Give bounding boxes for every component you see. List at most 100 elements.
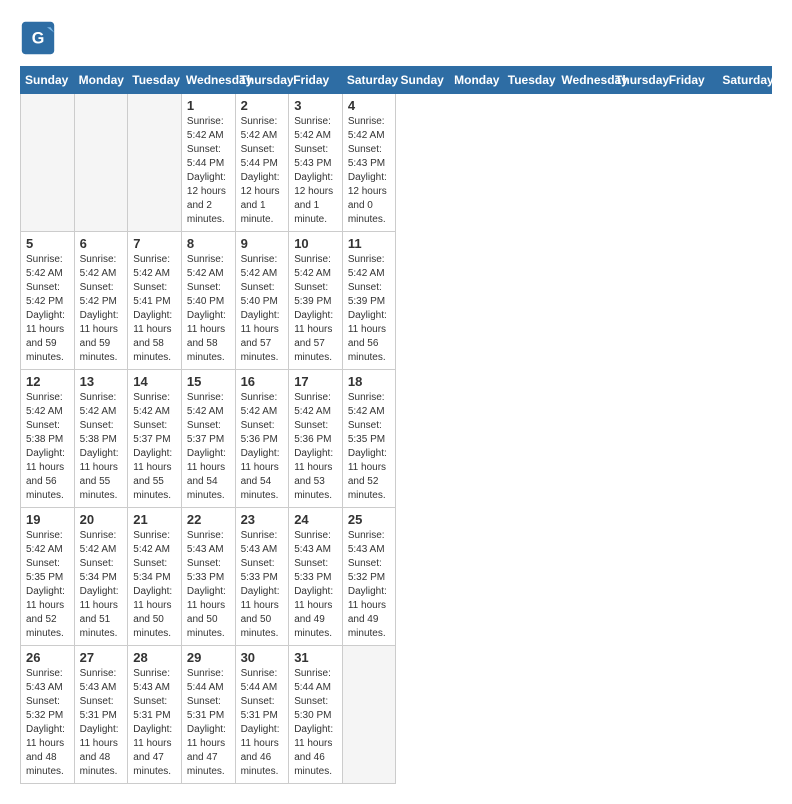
calendar-cell: 11 Sunrise: 5:42 AM Sunset: 5:39 PM Dayli…: [342, 232, 396, 370]
calendar-cell: 23Sunrise: 5:43 AM Sunset: 5:33 PM Dayli…: [235, 508, 289, 646]
day-number: 21: [133, 512, 176, 527]
weekday-header: Thursday: [611, 67, 665, 94]
calendar-cell: 29Sunrise: 5:44 AM Sunset: 5:31 PM Dayli…: [181, 646, 235, 784]
day-info: Sunrise: 5:42 AM Sunset: 5:38 PM Dayligh…: [80, 391, 123, 503]
calendar-cell: 3 Sunrise: 5:42 AM Sunset: 5:43 PM Daylig…: [289, 94, 343, 232]
day-info: Sunrise: 5:42 AM Sunset: 5:40 PM Dayligh…: [241, 253, 284, 365]
calendar-cell: 31 Sunrise: 5:44 AM Sunset: 5:30 PM Dayli…: [289, 646, 343, 784]
day-info: Sunrise: 5:42 AM Sunset: 5:42 PM Dayligh…: [26, 253, 69, 365]
day-number: 6: [80, 236, 123, 251]
weekday-header-saturday: Saturday: [342, 67, 396, 94]
calendar-cell: 24 Sunrise: 5:43 AM Sunset: 5:33 PM Dayli…: [289, 508, 343, 646]
calendar-week-4: 19 Sunrise: 5:42 AM Sunset: 5:35 PM Dayli…: [21, 508, 772, 646]
weekday-header-monday: Monday: [74, 67, 128, 94]
day-info: Sunrise: 5:43 AM Sunset: 5:31 PM Dayligh…: [133, 667, 176, 779]
weekday-header: Tuesday: [503, 67, 557, 94]
day-number: 22: [187, 512, 230, 527]
day-number: 19: [26, 512, 69, 527]
calendar-cell: 14 Sunrise: 5:42 AM Sunset: 5:37 PM Dayli…: [128, 370, 182, 508]
day-number: 7: [133, 236, 176, 251]
svg-text:G: G: [32, 29, 45, 47]
weekday-header-sunday: Sunday: [21, 67, 75, 94]
calendar-cell: 20 Sunrise: 5:42 AM Sunset: 5:34 PM Dayli…: [74, 508, 128, 646]
day-number: 20: [80, 512, 123, 527]
calendar-table: SundayMondayTuesdayWednesdayThursdayFrid…: [20, 66, 772, 784]
day-info: Sunrise: 5:43 AM Sunset: 5:33 PM Dayligh…: [294, 529, 337, 641]
weekday-header: Wednesday: [557, 67, 611, 94]
day-number: 28: [133, 650, 176, 665]
day-info: Sunrise: 5:42 AM Sunset: 5:43 PM Dayligh…: [294, 115, 337, 227]
day-number: 16: [241, 374, 284, 389]
page-header: G: [20, 20, 772, 56]
calendar-cell: 30 Sunrise: 5:44 AM Sunset: 5:31 PM Dayli…: [235, 646, 289, 784]
weekday-header: Friday: [664, 67, 718, 94]
calendar-cell: 4 Sunrise: 5:42 AM Sunset: 5:43 PM Daylig…: [342, 94, 396, 232]
day-info: Sunrise: 5:43 AM Sunset: 5:33 PM Dayligh…: [187, 529, 230, 641]
day-number: 11: [348, 236, 391, 251]
calendar-cell: 13Sunrise: 5:42 AM Sunset: 5:38 PM Dayli…: [74, 370, 128, 508]
day-info: Sunrise: 5:44 AM Sunset: 5:30 PM Dayligh…: [294, 667, 337, 779]
day-number: 29: [187, 650, 230, 665]
calendar-cell: 8Sunrise: 5:42 AM Sunset: 5:40 PM Daylig…: [181, 232, 235, 370]
calendar-cell: 1 Sunrise: 5:42 AM Sunset: 5:44 PM Daylig…: [181, 94, 235, 232]
day-number: 5: [26, 236, 69, 251]
day-number: 1: [187, 98, 230, 113]
day-info: Sunrise: 5:42 AM Sunset: 5:34 PM Dayligh…: [80, 529, 123, 641]
day-info: Sunrise: 5:42 AM Sunset: 5:40 PM Dayligh…: [187, 253, 230, 365]
weekday-header-wednesday: Wednesday: [181, 67, 235, 94]
calendar-cell: 2Sunrise: 5:42 AM Sunset: 5:44 PM Daylig…: [235, 94, 289, 232]
day-info: Sunrise: 5:42 AM Sunset: 5:35 PM Dayligh…: [26, 529, 69, 641]
day-info: Sunrise: 5:42 AM Sunset: 5:39 PM Dayligh…: [348, 253, 391, 365]
day-number: 24: [294, 512, 337, 527]
calendar-cell: 16 Sunrise: 5:42 AM Sunset: 5:36 PM Dayli…: [235, 370, 289, 508]
weekday-header-thursday: Thursday: [235, 67, 289, 94]
day-number: 31: [294, 650, 337, 665]
day-number: 25: [348, 512, 391, 527]
day-number: 12: [26, 374, 69, 389]
day-info: Sunrise: 5:42 AM Sunset: 5:41 PM Dayligh…: [133, 253, 176, 365]
day-info: Sunrise: 5:43 AM Sunset: 5:31 PM Dayligh…: [80, 667, 123, 779]
calendar-cell: 15Sunrise: 5:42 AM Sunset: 5:37 PM Dayli…: [181, 370, 235, 508]
day-info: Sunrise: 5:42 AM Sunset: 5:44 PM Dayligh…: [187, 115, 230, 227]
day-info: Sunrise: 5:43 AM Sunset: 5:33 PM Dayligh…: [241, 529, 284, 641]
calendar-cell: 12 Sunrise: 5:42 AM Sunset: 5:38 PM Dayli…: [21, 370, 75, 508]
calendar-week-2: 5 Sunrise: 5:42 AM Sunset: 5:42 PM Daylig…: [21, 232, 772, 370]
calendar-cell: 18Sunrise: 5:42 AM Sunset: 5:35 PM Dayli…: [342, 370, 396, 508]
calendar-cell: 25Sunrise: 5:43 AM Sunset: 5:32 PM Dayli…: [342, 508, 396, 646]
calendar-cell: 21 Sunrise: 5:42 AM Sunset: 5:34 PM Dayli…: [128, 508, 182, 646]
day-number: 30: [241, 650, 284, 665]
calendar-cell: [21, 94, 75, 232]
weekday-header-friday: Friday: [289, 67, 343, 94]
day-info: Sunrise: 5:42 AM Sunset: 5:42 PM Dayligh…: [80, 253, 123, 365]
logo: G: [20, 20, 60, 56]
calendar-cell: 22 Sunrise: 5:43 AM Sunset: 5:33 PM Dayli…: [181, 508, 235, 646]
day-number: 4: [348, 98, 391, 113]
day-info: Sunrise: 5:44 AM Sunset: 5:31 PM Dayligh…: [241, 667, 284, 779]
calendar-week-1: 1 Sunrise: 5:42 AM Sunset: 5:44 PM Daylig…: [21, 94, 772, 232]
weekday-header-tuesday: Tuesday: [128, 67, 182, 94]
day-number: 26: [26, 650, 69, 665]
calendar-cell: 9 Sunrise: 5:42 AM Sunset: 5:40 PM Daylig…: [235, 232, 289, 370]
day-info: Sunrise: 5:42 AM Sunset: 5:36 PM Dayligh…: [241, 391, 284, 503]
calendar-week-3: 12 Sunrise: 5:42 AM Sunset: 5:38 PM Dayli…: [21, 370, 772, 508]
weekday-header: Saturday: [718, 67, 772, 94]
day-info: Sunrise: 5:42 AM Sunset: 5:38 PM Dayligh…: [26, 391, 69, 503]
day-info: Sunrise: 5:42 AM Sunset: 5:39 PM Dayligh…: [294, 253, 337, 365]
day-info: Sunrise: 5:42 AM Sunset: 5:43 PM Dayligh…: [348, 115, 391, 227]
calendar-week-5: 26Sunrise: 5:43 AM Sunset: 5:32 PM Dayli…: [21, 646, 772, 784]
weekday-header: Sunday: [396, 67, 450, 94]
calendar-cell: [128, 94, 182, 232]
day-number: 3: [294, 98, 337, 113]
day-info: Sunrise: 5:42 AM Sunset: 5:35 PM Dayligh…: [348, 391, 391, 503]
calendar-cell: [342, 646, 396, 784]
day-info: Sunrise: 5:42 AM Sunset: 5:34 PM Dayligh…: [133, 529, 176, 641]
calendar-cell: 10Sunrise: 5:42 AM Sunset: 5:39 PM Dayli…: [289, 232, 343, 370]
logo-icon: G: [20, 20, 56, 56]
day-number: 27: [80, 650, 123, 665]
calendar-cell: 19 Sunrise: 5:42 AM Sunset: 5:35 PM Dayli…: [21, 508, 75, 646]
day-info: Sunrise: 5:42 AM Sunset: 5:37 PM Dayligh…: [133, 391, 176, 503]
calendar-cell: 28 Sunrise: 5:43 AM Sunset: 5:31 PM Dayli…: [128, 646, 182, 784]
day-number: 14: [133, 374, 176, 389]
calendar-cell: 17Sunrise: 5:42 AM Sunset: 5:36 PM Dayli…: [289, 370, 343, 508]
day-number: 9: [241, 236, 284, 251]
